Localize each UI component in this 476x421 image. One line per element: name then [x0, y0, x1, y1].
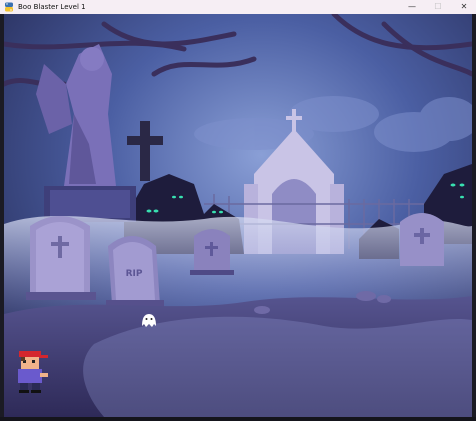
tombstone-small	[190, 229, 234, 275]
minimize-button[interactable]: —	[400, 0, 424, 14]
rip-text: RIP	[126, 269, 143, 279]
close-button[interactable]: ✕	[452, 0, 476, 14]
tombstone-right	[400, 213, 444, 266]
python-app-icon	[5, 2, 13, 12]
graveyard-scene: RIP	[4, 14, 472, 417]
title-bar[interactable]: Boo Blaster Level 1 — ☐ ✕	[0, 0, 476, 14]
tombstone-left	[26, 216, 96, 300]
game-window: Boo Blaster Level 1 — ☐ ✕ RIP	[0, 0, 476, 421]
maximize-button[interactable]: ☐	[426, 0, 450, 14]
foreground-fog	[83, 316, 472, 417]
window-title: Boo Blaster Level 1	[18, 3, 86, 11]
window-frame-bottom	[0, 417, 476, 421]
tombstone-rip: RIP	[106, 236, 164, 307]
game-canvas[interactable]: RIP	[4, 14, 472, 417]
